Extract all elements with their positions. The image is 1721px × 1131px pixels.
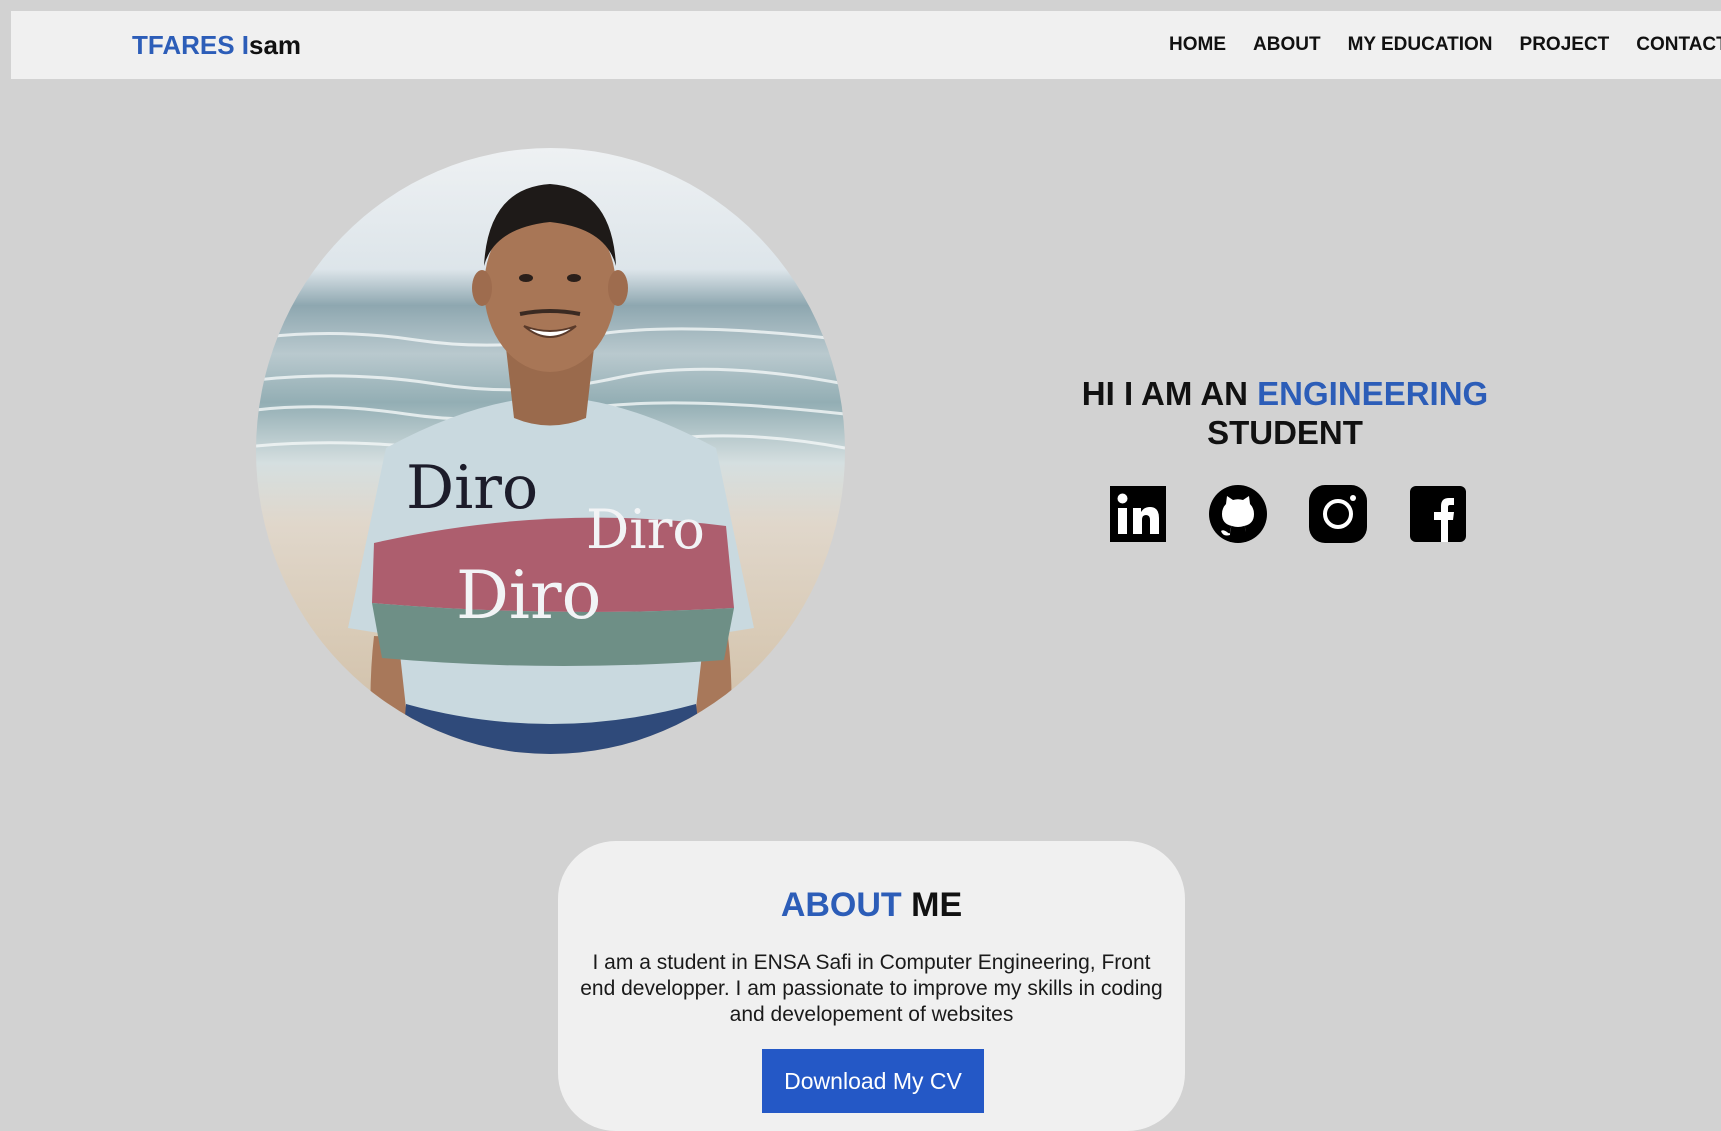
about-title: ABOUT ME: [558, 885, 1185, 925]
shirt-text-3: Diro: [456, 557, 601, 634]
nav-about[interactable]: ABOUT: [1253, 34, 1321, 56]
linkedin-icon[interactable]: [1108, 484, 1168, 544]
nav-links: HOME ABOUT MY EDUCATION PROJECT CONTACT: [1169, 34, 1721, 56]
nav-my-education[interactable]: MY EDUCATION: [1348, 34, 1493, 56]
instagram-icon[interactable]: [1308, 484, 1368, 544]
profile-illustration: Diro Diro Diro: [256, 184, 845, 754]
logo-rest: sam: [249, 30, 302, 60]
hero-title: HI I AM AN ENGINEERING STUDENT: [1060, 374, 1510, 452]
nav-contact[interactable]: CONTACT: [1636, 34, 1721, 56]
social-links: [1108, 484, 1468, 544]
hero-title-accent: ENGINEERING: [1257, 375, 1489, 412]
nav-project[interactable]: PROJECT: [1520, 34, 1610, 56]
hero-title-part1: HI I AM AN: [1081, 375, 1258, 412]
download-cv-button[interactable]: Download My CV: [762, 1049, 984, 1113]
site-logo[interactable]: TFARES Isam: [132, 30, 301, 60]
nav-home[interactable]: HOME: [1169, 34, 1226, 56]
github-icon[interactable]: [1208, 484, 1268, 544]
facebook-icon[interactable]: [1408, 484, 1468, 544]
about-card: ABOUT ME I am a student in ENSA Safi in …: [558, 841, 1185, 1131]
about-title-accent: ABOUT: [780, 886, 902, 924]
shirt-text-2: Diro: [586, 498, 705, 561]
profile-photo: Diro Diro Diro: [256, 148, 845, 754]
hero-title-part2: STUDENT: [1207, 414, 1363, 451]
navbar: TFARES Isam HOME ABOUT MY EDUCATION PROJ…: [11, 11, 1721, 79]
logo-accent: TFARES I: [132, 30, 250, 60]
shirt-text-1: Diro: [406, 453, 538, 523]
about-description: I am a student in ENSA Safi in Computer …: [580, 951, 1163, 1026]
about-title-rest: ME: [901, 886, 963, 924]
